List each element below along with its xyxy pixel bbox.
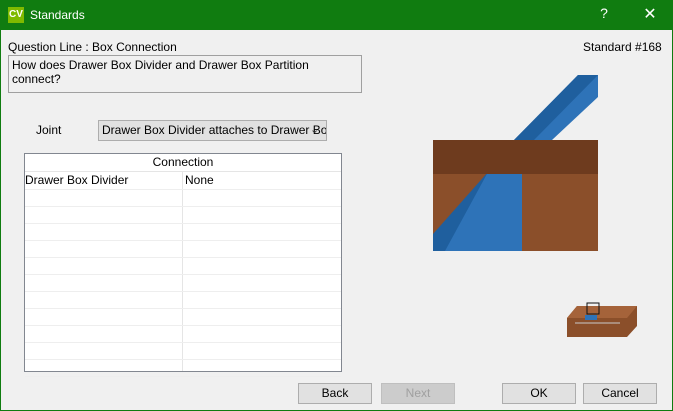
table-row[interactable] xyxy=(25,240,341,258)
back-button[interactable]: Back xyxy=(298,383,372,404)
table-row[interactable] xyxy=(25,308,341,326)
window-title: Standards xyxy=(30,8,85,22)
chevron-down-icon[interactable]: ⌄ xyxy=(310,123,319,136)
app-logo: CV xyxy=(8,7,24,23)
cell-part: Drawer Box Divider xyxy=(25,173,129,187)
question-line-label: Question Line : Box Connection xyxy=(8,40,177,54)
joint-preview-image xyxy=(433,75,598,251)
standard-number: Standard #168 xyxy=(583,40,662,54)
table-row[interactable] xyxy=(25,359,341,377)
next-button[interactable]: Next xyxy=(381,383,455,404)
joint-dropdown[interactable]: Drawer Box Divider attaches to Drawer Bo… xyxy=(98,120,327,141)
table-row[interactable] xyxy=(25,189,341,207)
title-bar: CV Standards ? ✕ xyxy=(0,0,673,30)
table-row[interactable] xyxy=(25,325,341,343)
table-row[interactable] xyxy=(25,257,341,275)
question-text[interactable]: How does Drawer Box Divider and Drawer B… xyxy=(8,55,362,93)
table-row[interactable]: Drawer Box Divider None xyxy=(25,172,341,190)
drawer-thumbnail xyxy=(567,302,637,337)
cancel-button[interactable]: Cancel xyxy=(583,383,657,404)
partition-top-edge xyxy=(433,140,598,174)
table-row[interactable] xyxy=(25,274,341,292)
window-border-left xyxy=(0,30,1,411)
grid-header-connection: Connection xyxy=(25,154,341,172)
table-row[interactable] xyxy=(25,342,341,360)
table-row[interactable] xyxy=(25,206,341,224)
connection-grid[interactable]: Connection Drawer Box Divider None xyxy=(24,153,342,377)
cell-connection[interactable]: None xyxy=(185,173,214,187)
table-row[interactable] xyxy=(25,291,341,309)
help-button[interactable]: ? xyxy=(592,5,616,21)
ok-button[interactable]: OK xyxy=(502,383,576,404)
close-icon[interactable]: ✕ xyxy=(638,4,662,24)
table-row[interactable] xyxy=(25,223,341,241)
joint-label: Joint xyxy=(36,123,62,137)
